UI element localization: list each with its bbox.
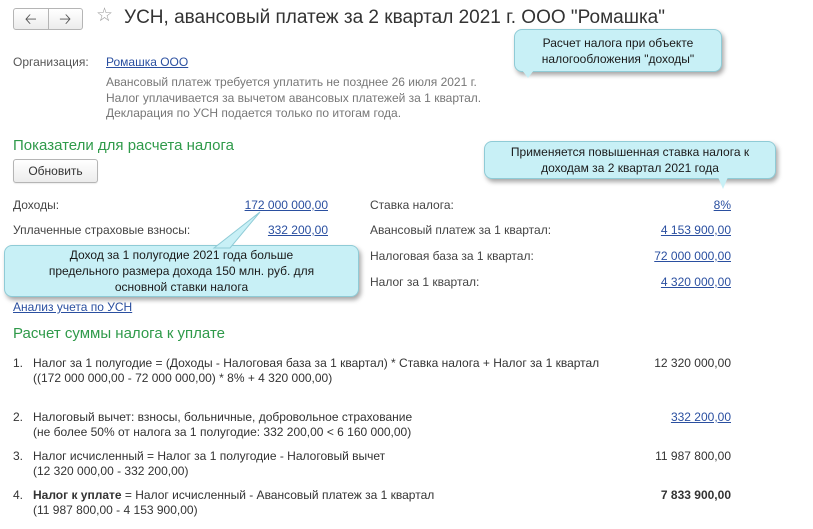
tax-rate-label: Ставка налога: [370, 198, 454, 212]
calc-item-formula: Налог к уплате = Налог исчисленный - Ава… [33, 488, 613, 518]
calc-item-line: Налог за 1 полугодие = (Доходы - Налогов… [33, 356, 600, 370]
note-declaration: Декларация по УСН подается только по ито… [106, 106, 402, 120]
callout-income-limit-text: Доход за 1 полугодие 2021 года больше пр… [48, 248, 315, 294]
callout-tail [718, 177, 728, 189]
callout-tax-object: Расчет налога при объекте налогообложени… [514, 29, 722, 72]
tax-base-q1-value-link[interactable]: 72 000 000,00 [654, 249, 731, 263]
tax-q1-label: Налог за 1 квартал: [370, 275, 480, 289]
calculation-section-title: Расчет суммы налога к уплате [13, 325, 225, 342]
calc-item-number: 3. [13, 449, 24, 463]
calc-item-formula: Налоговый вычет: взносы, больничные, доб… [33, 410, 613, 440]
calc-item-formula: Налог за 1 полугодие = (Доходы - Налогов… [33, 356, 603, 386]
organization-link[interactable]: Ромашка ООО [106, 55, 188, 69]
arrow-left-icon: 🡠 [24, 10, 37, 28]
callout-income-limit: Доход за 1 полугодие 2021 года больше пр… [4, 245, 359, 297]
income-label: Доходы: [13, 198, 60, 212]
advance-q1-value-link[interactable]: 4 153 900,00 [661, 223, 731, 237]
navigation-buttons: 🡠 🡢 [13, 8, 83, 30]
note-payment-deadline: Авансовый платеж требуется уплатить не п… [106, 75, 477, 89]
tax-base-q1-label: Налоговая база за 1 квартал: [370, 249, 534, 263]
calc-item-line: ((172 000 000,00 - 72 000 000,00) * 8% +… [33, 371, 333, 385]
tax-rate-value-link[interactable]: 8% [714, 198, 731, 212]
calc-item-line: (12 320 000,00 - 332 200,00) [33, 464, 189, 478]
analysis-link[interactable]: Анализ учета по УСН [13, 300, 132, 314]
note-deduction: Налог уплачивается за вычетом авансовых … [106, 91, 482, 105]
callout-increased-rate-text: Применяется повышенная ставка налога к д… [510, 145, 750, 175]
calc-item-line: Налог исчисленный = Налог за 1 полугодие… [33, 449, 386, 463]
callout-pointer [212, 211, 261, 249]
calc-item-value: 12 320 000,00 [654, 356, 731, 370]
deduction-value-link[interactable]: 332 200,00 [671, 410, 731, 424]
indicators-section-title: Показатели для расчета налога [13, 137, 234, 154]
calc-item-line-rest: = Налог исчисленный - Авансовый платеж з… [121, 488, 435, 502]
calc-item-line: Налоговый вычет: взносы, больничные, доб… [33, 410, 413, 424]
callout-tax-object-text: Расчет налога при объекте налогообложени… [541, 35, 695, 66]
calc-item-number: 1. [13, 356, 24, 370]
page-title: УСН, авансовый платеж за 2 квартал 2021 … [124, 7, 665, 28]
tax-payable-value: 7 833 900,00 [660, 488, 731, 502]
tax-payable-label: Налог к уплате [33, 488, 122, 502]
arrow-right-icon: 🡢 [59, 10, 72, 28]
refresh-button[interactable]: Обновить [13, 159, 98, 183]
calc-item-line: (11 987 800,00 - 4 153 900,00) [33, 503, 198, 517]
forward-button[interactable]: 🡢 [47, 9, 83, 29]
star-icon[interactable]: ☆ [96, 6, 113, 25]
callout-increased-rate: Применяется повышенная ставка налога к д… [484, 141, 776, 179]
organization-label: Организация: [13, 55, 89, 69]
calc-item-line: (не более 50% от налога за 1 полугодие: … [33, 425, 412, 439]
callout-tail [522, 70, 534, 78]
tax-q1-value-link[interactable]: 4 320 000,00 [661, 275, 731, 289]
insurance-value-link[interactable]: 332 200,00 [268, 223, 328, 237]
calc-item-value: 11 987 800,00 [655, 449, 731, 463]
calc-item-number: 2. [13, 410, 24, 424]
advance-q1-label: Авансовый платеж за 1 квартал: [370, 223, 552, 237]
insurance-label: Уплаченные страховые взносы: [13, 223, 191, 237]
calc-item-formula: Налог исчисленный = Налог за 1 полугодие… [33, 449, 613, 479]
callout-pointer-shape [212, 211, 261, 249]
back-button[interactable]: 🡠 [14, 9, 48, 29]
calc-item-line: Налог к уплате = Налог исчисленный - Ава… [33, 488, 613, 503]
calc-item-number: 4. [13, 488, 24, 502]
